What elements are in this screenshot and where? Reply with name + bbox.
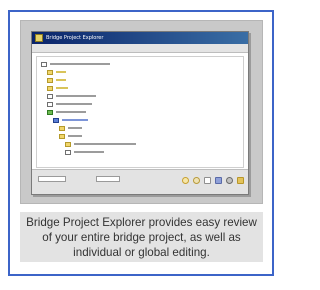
- tree-node[interactable]: [47, 85, 68, 91]
- app-window: Bridge Project Explorer: [31, 31, 249, 195]
- gear-icon[interactable]: [226, 177, 233, 184]
- tree-node[interactable]: [47, 101, 92, 107]
- tree-node[interactable]: [47, 109, 86, 115]
- document-icon: [47, 93, 53, 99]
- help-icon[interactable]: [237, 177, 244, 184]
- bridge-icon: [47, 109, 53, 115]
- menu-bar[interactable]: [32, 44, 248, 53]
- folder-icon: [47, 77, 53, 83]
- feature-card: Bridge Project Explorer Bridge Project E…: [8, 10, 274, 276]
- status-field: [38, 176, 66, 182]
- circle-tool-icon[interactable]: [182, 177, 189, 184]
- tree-node[interactable]: [59, 125, 82, 131]
- tree-node-selected[interactable]: [65, 141, 136, 147]
- document-icon: [65, 149, 71, 155]
- folder-icon: [59, 133, 65, 139]
- circle-tool-icon[interactable]: [193, 177, 200, 184]
- status-bar: [32, 169, 248, 194]
- tree-node[interactable]: [65, 149, 104, 155]
- document-icon: [47, 101, 53, 107]
- person-icon[interactable]: [215, 177, 222, 184]
- screenshot-frame: Bridge Project Explorer: [20, 20, 263, 204]
- project-tree[interactable]: [36, 56, 244, 168]
- window-title: Bridge Project Explorer: [46, 35, 104, 41]
- tree-node[interactable]: [47, 69, 66, 75]
- tree-node[interactable]: [53, 117, 88, 123]
- tree-node[interactable]: [59, 133, 82, 139]
- folder-icon: [65, 141, 71, 147]
- caption-box: Bridge Project Explorer provides easy re…: [20, 212, 263, 262]
- folder-icon: [59, 125, 65, 131]
- document-icon[interactable]: [204, 177, 211, 184]
- folder-icon: [47, 85, 53, 91]
- tree-node[interactable]: [47, 93, 96, 99]
- caption-text: Bridge Project Explorer provides easy re…: [26, 215, 257, 259]
- span-icon: [53, 117, 59, 123]
- app-icon: [35, 34, 43, 42]
- folder-icon: [47, 69, 53, 75]
- tree-node[interactable]: [47, 77, 66, 83]
- tree-node[interactable]: [41, 61, 110, 67]
- window-titlebar[interactable]: Bridge Project Explorer: [32, 32, 248, 44]
- status-field: [96, 176, 120, 182]
- document-icon: [41, 61, 47, 67]
